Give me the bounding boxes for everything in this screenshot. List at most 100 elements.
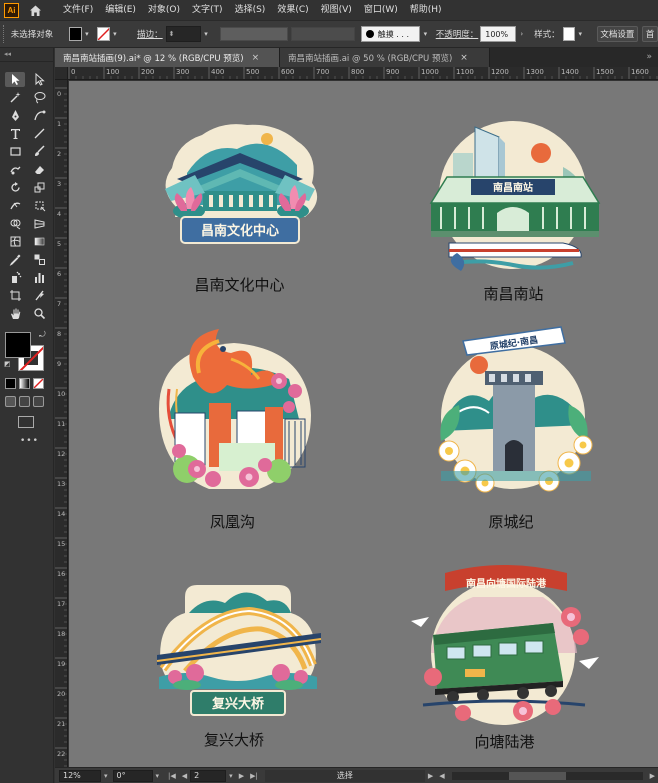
- last-artboard-icon[interactable]: ▶|: [250, 772, 258, 780]
- stroke-weight-field[interactable]: ⬍: [165, 26, 201, 42]
- tools-panel-header[interactable]: ◂◂: [0, 48, 53, 62]
- selection-tool-icon[interactable]: [5, 72, 25, 87]
- magic-wand-icon[interactable]: [5, 90, 25, 105]
- artboard-icon[interactable]: [5, 288, 25, 303]
- close-icon[interactable]: ×: [460, 53, 468, 63]
- badge-xiangtang-land-port[interactable]: 南昌向塘国际陆港: [403, 561, 603, 731]
- preferences-button[interactable]: 首: [642, 26, 658, 42]
- badge-yuanchengji[interactable]: 原城纪·南昌: [419, 321, 609, 501]
- draw-inside-icon[interactable]: [33, 396, 44, 407]
- rotate-icon[interactable]: [5, 180, 25, 195]
- stroke-swatch[interactable]: [97, 27, 110, 41]
- opacity-field[interactable]: 100%: [480, 26, 516, 42]
- ruler-origin[interactable]: [55, 67, 68, 80]
- horizontal-ruler[interactable]: 0 100 200 300 400 500 600 700 800 900 1000 1100 1200…: [55, 67, 658, 80]
- draw-behind-icon[interactable]: [19, 396, 30, 407]
- curvature-icon[interactable]: [29, 108, 49, 123]
- menu-select[interactable]: 选择(S): [229, 0, 272, 20]
- artboard[interactable]: 昌南文化中心 昌南文化中心 南昌南站 南昌南站 凤凰沟 原城纪·南昌 原城纪 复…: [69, 81, 658, 767]
- scrollbar-thumb[interactable]: [508, 771, 567, 780]
- gradient-mode-icon[interactable]: [19, 378, 30, 389]
- close-icon[interactable]: ×: [252, 53, 260, 63]
- edit-toolbar-icon[interactable]: •••: [20, 436, 39, 446]
- menu-type[interactable]: 文字(T): [186, 0, 229, 20]
- menu-effect[interactable]: 效果(C): [271, 0, 314, 20]
- color-mode-icon[interactable]: [5, 378, 16, 389]
- none-mode-icon[interactable]: [33, 378, 44, 389]
- menu-window[interactable]: 窗口(W): [358, 0, 404, 20]
- artboard-number-field[interactable]: 2: [190, 769, 227, 782]
- brush-field[interactable]: 触摸 . . .: [360, 26, 421, 42]
- artboard-dropdown-icon[interactable]: ▾: [229, 772, 233, 780]
- stroke-weight-dropdown-icon[interactable]: ▾: [202, 27, 211, 41]
- style-swatch[interactable]: [562, 27, 575, 41]
- scroll-left-icon[interactable]: ◀: [439, 772, 444, 780]
- type-icon[interactable]: [5, 126, 25, 141]
- scroll-right-icon[interactable]: ▶: [650, 772, 655, 780]
- menu-object[interactable]: 对象(O): [142, 0, 186, 20]
- slice-icon[interactable]: [29, 288, 49, 303]
- menu-view[interactable]: 视图(V): [315, 0, 358, 20]
- opacity-label[interactable]: 不透明度：: [436, 28, 479, 40]
- home-icon[interactable]: [27, 2, 43, 18]
- free-transform-icon[interactable]: [29, 198, 49, 213]
- canvas[interactable]: 昌南文化中心 昌南文化中心 南昌南站 南昌南站 凤凰沟 原城纪·南昌 原城纪 复…: [69, 81, 658, 767]
- tab-document-2[interactable]: 南昌南站插画.ai @ 50 % (RGB/CPU 预览) ×: [280, 48, 490, 67]
- tab-overflow-icon[interactable]: »: [646, 48, 652, 67]
- fill-dropdown-icon[interactable]: ▾: [83, 27, 92, 41]
- document-setup-button[interactable]: 文档设置: [596, 26, 639, 42]
- hand-icon[interactable]: [5, 306, 25, 321]
- badge-fuxing-bridge[interactable]: 复兴大桥: [145, 573, 331, 723]
- default-colors-icon[interactable]: ◩: [4, 360, 11, 368]
- brush-definition[interactable]: [290, 27, 355, 41]
- status-menu-icon[interactable]: ▶: [428, 772, 433, 780]
- eyedropper-icon[interactable]: [5, 252, 25, 267]
- badge-nanchang-south-station[interactable]: 南昌南站: [413, 113, 613, 281]
- badge-fenghuanggou[interactable]: [139, 319, 329, 503]
- zoom-icon[interactable]: [29, 306, 49, 321]
- blend-icon[interactable]: [29, 252, 49, 267]
- brush-dropdown-icon[interactable]: ▾: [421, 27, 430, 41]
- direct-selection-tool-icon[interactable]: [29, 72, 49, 87]
- next-artboard-icon[interactable]: ▶: [239, 772, 244, 780]
- mesh-icon[interactable]: [5, 234, 25, 249]
- badge-changnan-culture-center[interactable]: 昌南文化中心: [147, 113, 333, 273]
- column-graph-icon[interactable]: [29, 270, 49, 285]
- menu-file[interactable]: 文件(F): [57, 0, 99, 20]
- variable-width-profile[interactable]: [220, 27, 288, 41]
- rectangle-icon[interactable]: [5, 144, 25, 159]
- vertical-ruler[interactable]: 0 1 2 3 4 5 6 7 8 9 10 11 12 13 14 15 16 17 18 19 20 21 22: [55, 80, 68, 767]
- fill-swatch[interactable]: [69, 27, 82, 41]
- horizontal-scrollbar[interactable]: [451, 771, 643, 780]
- menu-help[interactable]: 帮助(H): [404, 0, 448, 20]
- eraser-icon[interactable]: [29, 162, 49, 177]
- pen-icon[interactable]: [5, 108, 25, 123]
- rotation-field[interactable]: 0°: [112, 769, 153, 782]
- gradient-icon[interactable]: [29, 234, 49, 249]
- prev-artboard-icon[interactable]: ◀: [182, 772, 187, 780]
- draw-normal-icon[interactable]: [5, 396, 16, 407]
- paintbrush-icon[interactable]: [29, 144, 49, 159]
- screen-mode-icon[interactable]: [18, 416, 34, 428]
- opacity-expand-icon[interactable]: ›: [518, 27, 527, 41]
- lasso-icon[interactable]: [29, 90, 49, 105]
- shaper-icon[interactable]: [5, 162, 25, 177]
- first-artboard-icon[interactable]: |◀: [168, 772, 176, 780]
- app-logo[interactable]: Ai: [4, 2, 19, 18]
- shape-builder-icon[interactable]: [5, 216, 25, 231]
- perspective-icon[interactable]: [29, 216, 49, 231]
- panel-grip[interactable]: [3, 25, 6, 43]
- zoom-field[interactable]: 12%: [59, 769, 101, 782]
- fill-color-box[interactable]: [5, 332, 31, 358]
- swap-colors-icon[interactable]: ⤾: [39, 330, 46, 340]
- rotation-dropdown-icon[interactable]: ▾: [156, 772, 160, 780]
- width-icon[interactable]: [5, 198, 25, 213]
- zoom-dropdown-icon[interactable]: ▾: [104, 772, 108, 780]
- stroke-stepper-icon[interactable]: ⬍: [169, 30, 175, 38]
- stroke-dropdown-icon[interactable]: ▾: [111, 27, 120, 41]
- status-mode-display[interactable]: 选择: [264, 769, 425, 782]
- line-icon[interactable]: [29, 126, 49, 141]
- tab-document-1[interactable]: 南昌南站插画(9).ai* @ 12 % (RGB/CPU 预览) ×: [55, 48, 280, 67]
- symbol-sprayer-icon[interactable]: [5, 270, 25, 285]
- style-dropdown-icon[interactable]: ▾: [576, 27, 585, 41]
